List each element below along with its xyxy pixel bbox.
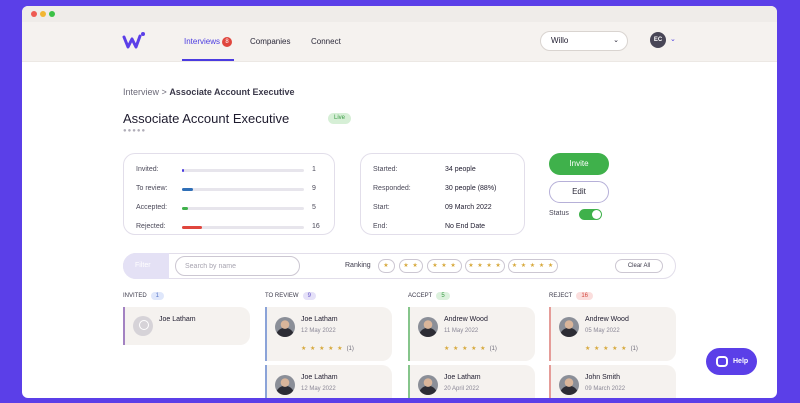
stat-to-review: To review: 9 xyxy=(136,185,316,192)
help-label: Help xyxy=(733,358,749,365)
stat-progress-bar xyxy=(182,188,304,191)
candidate-date: 09 March 2022 xyxy=(585,386,626,392)
rank-4-star-button[interactable]: ★ ★ ★ ★ xyxy=(465,259,505,273)
user-avatar[interactable]: EC xyxy=(650,32,666,48)
candidate-card[interactable]: Andrew Wood 11 May 2022 ★ ★ ★ ★ ★ (1) xyxy=(408,307,535,361)
chat-bubble-icon xyxy=(716,356,728,367)
help-button[interactable]: Help xyxy=(706,348,757,375)
candidate-date: 12 May 2022 xyxy=(301,386,336,392)
status-toggle[interactable] xyxy=(579,209,602,220)
breadcrumb-current: Associate Account Executive xyxy=(169,87,295,97)
breadcrumb-parent[interactable]: Interview xyxy=(123,87,159,97)
interview-info-card: Started: 34 people Responded: 30 people (8… xyxy=(360,153,525,235)
candidate-photo xyxy=(559,375,579,395)
candidate-photo xyxy=(559,317,579,337)
avatar-placeholder-icon xyxy=(133,316,153,336)
candidate-name: Andrew Wood xyxy=(585,316,629,323)
pipeline-stats-card: Invited: 1 To review: 9 Accepted: 5 Reje… xyxy=(123,153,335,235)
stat-accepted: Accepted: 5 xyxy=(136,204,316,211)
candidate-rating: ★ ★ ★ ★ ★ (1) xyxy=(444,346,497,352)
column-header-invited: INVITED 1 xyxy=(123,292,165,300)
rank-1-star-button[interactable]: ★ xyxy=(378,259,395,273)
nav-interviews[interactable]: Interviews 8 xyxy=(184,37,233,47)
column-count-badge: 1 xyxy=(150,292,165,300)
stat-progress-fill xyxy=(182,226,202,229)
column-header-to-review: TO REVIEW 9 xyxy=(265,292,316,300)
filter-label[interactable]: Filter xyxy=(123,253,169,279)
status-label: Status xyxy=(549,210,569,217)
rank-3-star-button[interactable]: ★ ★ ★ xyxy=(427,259,462,273)
willo-logo[interactable] xyxy=(122,31,146,51)
candidate-date: 05 May 2022 xyxy=(585,328,620,334)
candidate-photo xyxy=(275,317,295,337)
candidate-date: 11 May 2022 xyxy=(444,328,479,334)
toggle-knob xyxy=(592,210,601,219)
clear-all-button[interactable]: Clear All xyxy=(615,259,663,273)
candidate-card[interactable]: Joe Latham 20 April 2022 xyxy=(408,365,535,398)
candidate-name: Joe Latham xyxy=(301,316,338,323)
candidate-card[interactable]: John Smith 09 March 2022 xyxy=(549,365,676,398)
nav-connect[interactable]: Connect xyxy=(311,37,341,46)
stat-progress-bar xyxy=(182,207,304,210)
candidate-name: Andrew Wood xyxy=(444,316,488,323)
candidate-card[interactable]: Andrew Wood 05 May 2022 ★ ★ ★ ★ ★ (1) xyxy=(549,307,676,361)
column-count-badge: 16 xyxy=(576,292,594,300)
candidate-date: 12 May 2022 xyxy=(301,328,336,334)
maximize-window-button[interactable] xyxy=(49,11,55,17)
page-title: Associate Account Executive xyxy=(123,111,290,126)
info-end-date: End: No End Date xyxy=(373,223,486,230)
close-window-button[interactable] xyxy=(31,11,37,17)
job-subtitle: ●●●●● xyxy=(123,128,147,134)
candidate-date: 20 April 2022 xyxy=(444,386,480,392)
interviews-count-badge: 8 xyxy=(222,37,233,47)
top-nav: Interviews 8 Companies Connect Willo ⌄ EC… xyxy=(22,22,777,62)
candidate-rating: ★ ★ ★ ★ ★ (1) xyxy=(301,346,354,352)
stat-progress-fill xyxy=(182,188,193,191)
status-badge: Live xyxy=(328,113,351,124)
stat-progress-fill xyxy=(182,169,185,172)
candidate-photo xyxy=(418,317,438,337)
candidate-card[interactable]: Joe Latham 12 May 2022 ★ ★ ★ ★ ★ (1) xyxy=(265,307,392,361)
company-select[interactable]: Willo ⌄ xyxy=(540,31,628,51)
column-header-reject: REJECT 16 xyxy=(549,292,594,300)
ranking-label: Ranking xyxy=(345,262,371,269)
nav-active-indicator xyxy=(182,59,234,61)
filter-bar: Filter Ranking ★ ★ ★ ★ ★ ★ ★ ★ ★ ★ ★ ★ ★… xyxy=(123,253,676,279)
window-titlebar xyxy=(22,6,777,22)
app-window: Interviews 8 Companies Connect Willo ⌄ EC… xyxy=(22,6,777,398)
candidate-name: Joe Latham xyxy=(444,374,481,381)
column-count-badge: 9 xyxy=(302,292,316,300)
candidate-card[interactable]: Joe Latham xyxy=(123,307,250,345)
candidate-name: Joe Latham xyxy=(159,316,196,323)
column-count-badge: 5 xyxy=(436,292,450,300)
nav-companies[interactable]: Companies xyxy=(250,37,290,46)
info-responded: Responded: 30 people (88%) xyxy=(373,185,497,192)
stat-progress-fill xyxy=(182,207,189,210)
info-start-date: Start: 09 March 2022 xyxy=(373,204,492,211)
stat-rejected: Rejected: 16 xyxy=(136,223,320,230)
user-menu-chevron-icon[interactable]: ⌄ xyxy=(670,35,676,43)
invite-button[interactable]: Invite xyxy=(549,153,609,175)
candidate-rating: ★ ★ ★ ★ ★ (1) xyxy=(585,346,638,352)
stat-progress-bar xyxy=(182,169,304,172)
stat-invited: Invited: 1 xyxy=(136,166,316,173)
candidate-card[interactable]: Joe Latham 12 May 2022 xyxy=(265,365,392,398)
info-started: Started: 34 people xyxy=(373,166,476,173)
breadcrumb-separator: > xyxy=(161,87,167,97)
candidate-photo xyxy=(275,375,295,395)
chevron-down-icon: ⌄ xyxy=(613,37,619,44)
rank-2-star-button[interactable]: ★ ★ xyxy=(399,259,423,273)
candidate-name: Joe Latham xyxy=(301,374,338,381)
candidate-photo xyxy=(418,375,438,395)
search-input[interactable] xyxy=(175,256,300,276)
edit-button[interactable]: Edit xyxy=(549,181,609,203)
rank-5-star-button[interactable]: ★ ★ ★ ★ ★ xyxy=(508,259,558,273)
company-select-value: Willo xyxy=(551,36,569,45)
breadcrumb: Interview > Associate Account Executive xyxy=(123,87,295,97)
candidate-name: John Smith xyxy=(585,374,621,381)
stat-progress-bar xyxy=(182,226,304,229)
column-header-accept: ACCEPT 5 xyxy=(408,292,450,300)
minimize-window-button[interactable] xyxy=(40,11,46,17)
